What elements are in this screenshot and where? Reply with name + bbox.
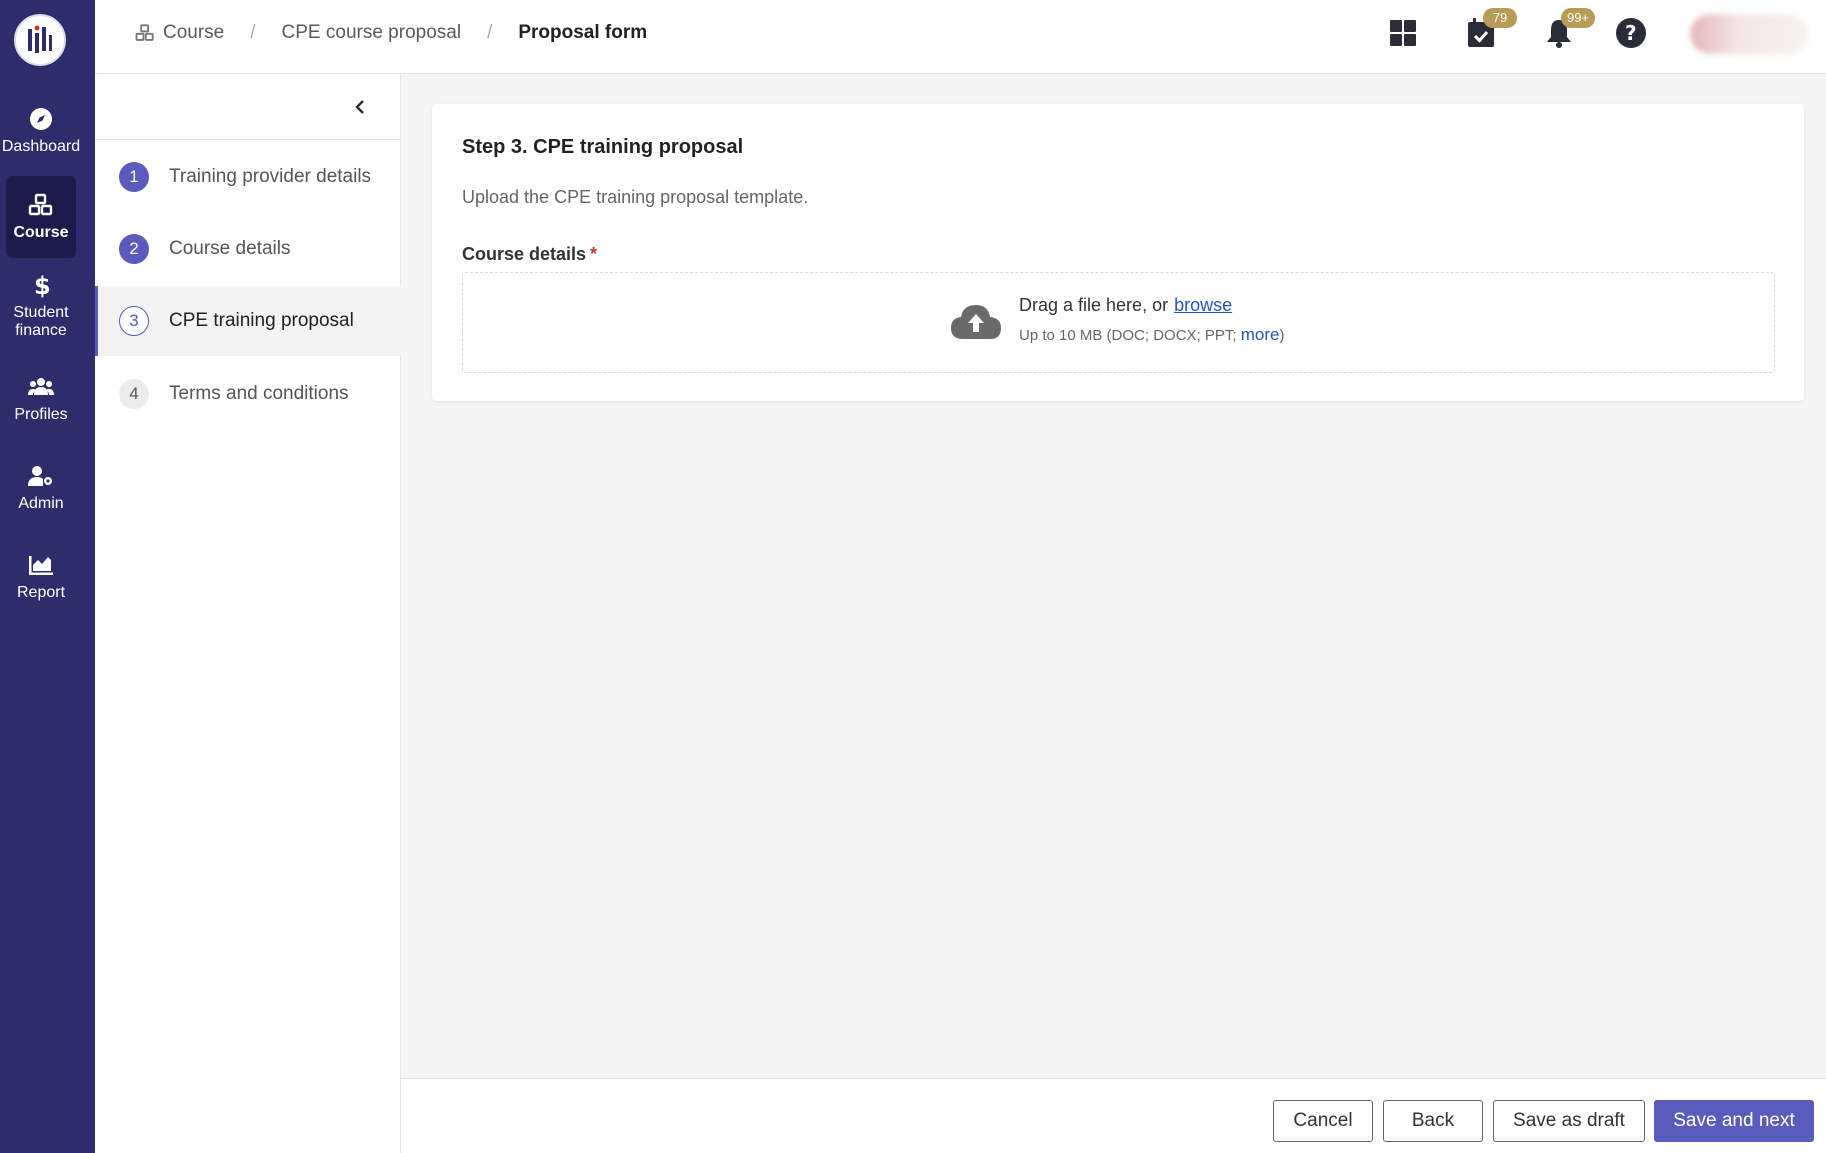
save-and-next-button[interactable]: Save and next: [1654, 1100, 1814, 1142]
save-draft-button[interactable]: Save as draft: [1493, 1100, 1645, 1142]
cloud-upload-icon: [951, 305, 1001, 339]
breadcrumb-course[interactable]: Course: [163, 22, 224, 44]
step-label: CPE training proposal: [169, 310, 354, 331]
breadcrumb: Course / CPE course proposal / Proposal …: [135, 22, 647, 44]
nav-label: Course: [13, 224, 69, 241]
nav-profiles[interactable]: Profiles: [6, 366, 76, 432]
step-label: Training provider details: [169, 166, 372, 187]
breadcrumb-separator: /: [487, 22, 493, 43]
breadcrumb-separator: /: [250, 22, 256, 43]
nav-student-finance[interactable]: $ Student finance: [6, 268, 76, 344]
form-footer: Cancel Back Save as draft Save and next: [401, 1078, 1826, 1153]
breadcrumb-cpe-course-proposal[interactable]: CPE course proposal: [282, 22, 462, 44]
cancel-button[interactable]: Cancel: [1273, 1100, 1373, 1142]
steps-panel: 1 Training provider details 2 Course det…: [95, 74, 401, 1153]
tasks-count-badge: 79: [1483, 8, 1517, 28]
top-header: Course / CPE course proposal / Proposal …: [95, 0, 1826, 74]
app-root: Dashboard Course $ Student finance Profi…: [0, 0, 1826, 1153]
dollar-icon: $: [28, 272, 54, 298]
notifications-count-badge: 99+: [1561, 8, 1595, 28]
nav-label: Admin: [18, 495, 64, 512]
proposal-card: Step 3. CPE training proposal Upload the…: [432, 104, 1804, 401]
step-number: 4: [119, 379, 149, 409]
area-chart-icon: [28, 552, 54, 578]
limits-suffix: ): [1279, 327, 1285, 344]
collapse-button[interactable]: [349, 96, 371, 118]
required-marker: *: [590, 244, 598, 264]
nav-label: Profiles: [14, 406, 68, 423]
field-label: Course details *: [462, 244, 597, 265]
tasks-button[interactable]: 79: [1465, 8, 1517, 50]
steps-collapse-bar: [95, 74, 401, 140]
step-terms-and-conditions[interactable]: 4 Terms and conditions: [95, 359, 401, 429]
user-gear-icon: [28, 463, 54, 489]
back-button[interactable]: Back: [1383, 1100, 1483, 1142]
nav-admin[interactable]: Admin: [6, 455, 76, 521]
dropzone-prompt: Drag a file here, or browse: [1019, 295, 1232, 316]
dropzone-limits: Up to 10 MB (DOC; DOCX; PPT; more): [1019, 325, 1284, 345]
user-avatar[interactable]: [1690, 14, 1808, 54]
nav-report[interactable]: Report: [6, 544, 76, 610]
cubes-icon: [135, 24, 154, 41]
apps-grid-button[interactable]: [1387, 16, 1419, 50]
nav-label: Student finance: [13, 304, 69, 339]
chevron-left-icon: [355, 100, 364, 114]
step-description: Upload the CPE training proposal templat…: [462, 187, 809, 207]
step-label: Terms and conditions: [169, 383, 349, 404]
file-dropzone[interactable]: Drag a file here, or browse Up to 10 MB (…: [462, 272, 1775, 373]
grid-icon: [1390, 20, 1416, 46]
main-nav-rail: Dashboard Course $ Student finance Profi…: [0, 0, 95, 1153]
step-label: Course details: [169, 238, 291, 259]
compass-icon: [28, 106, 54, 132]
step-training-provider-details[interactable]: 1 Training provider details: [95, 142, 401, 212]
nav-dashboard[interactable]: Dashboard: [2, 98, 80, 164]
app-logo[interactable]: [14, 14, 66, 66]
help-icon: ?: [1616, 18, 1646, 48]
step-course-details[interactable]: 2 Course details: [95, 214, 401, 284]
dropzone-prompt-text: Drag a file here, or: [1019, 295, 1169, 315]
step-number: 1: [119, 162, 149, 192]
nav-course[interactable]: Course: [6, 176, 76, 258]
step-cpe-training-proposal[interactable]: 3 CPE training proposal: [95, 286, 401, 356]
nav-label: Report: [16, 584, 66, 601]
browse-link[interactable]: browse: [1174, 295, 1232, 315]
step-number: 2: [119, 234, 149, 264]
svg-text:$: $: [34, 272, 51, 298]
help-button[interactable]: ?: [1615, 16, 1647, 50]
users-icon: [28, 374, 54, 400]
more-formats-link[interactable]: more: [1241, 325, 1280, 344]
cubes-icon: [28, 192, 54, 218]
step-number: 3: [119, 306, 149, 336]
svg-text:?: ?: [1625, 21, 1637, 45]
breadcrumb-current: Proposal form: [518, 22, 648, 43]
limits-text: Up to 10 MB (DOC; DOCX; PPT;: [1019, 327, 1241, 344]
nav-label: Dashboard: [1, 138, 81, 155]
step-title: Step 3. CPE training proposal: [462, 136, 744, 158]
field-label-text: Course details: [462, 244, 587, 264]
notifications-button[interactable]: 99+: [1543, 8, 1595, 50]
logo-icon: [28, 25, 52, 53]
